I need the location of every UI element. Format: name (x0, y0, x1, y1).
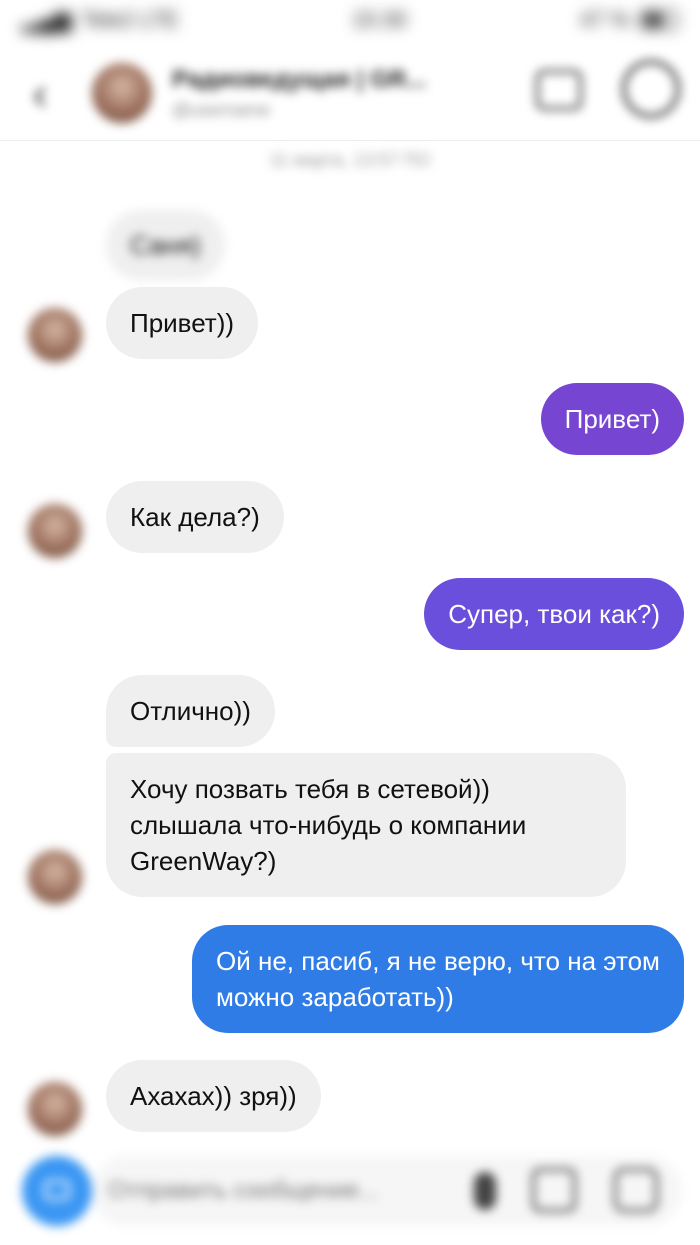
contact-name: Радиоведущая | GR... (172, 65, 427, 93)
status-left: ▂▄▆ Tele2 LTE (22, 7, 179, 33)
signal-icon: ▂▄▆ (22, 7, 72, 32)
message-composer (0, 1148, 700, 1245)
message-bubble-incoming: Как дела?) (106, 481, 284, 553)
microphone-icon[interactable] (474, 1172, 496, 1210)
message-bubble-incoming: Отлично)) (106, 675, 275, 747)
sender-avatar[interactable] (28, 850, 82, 904)
sender-avatar[interactable] (28, 308, 82, 362)
contact-avatar[interactable] (92, 63, 152, 123)
message-bubble-outgoing: Ой не, пасиб, я не верю, что на этом мож… (192, 925, 684, 1033)
message-text: Супер, твои как?) (448, 599, 660, 629)
message-text: Привет) (564, 404, 660, 434)
message-text: Хочу позвать тебя в сетевой)) слышала чт… (130, 774, 527, 876)
status-right: 47 % (580, 7, 678, 33)
message-text: Привет)) (130, 308, 235, 338)
conversation-timestamp: 11 марта, 13:57 ПО (269, 150, 431, 170)
message-bubble-incoming: Саня) (106, 210, 225, 280)
clock: 15:30 (351, 7, 407, 32)
message-text: Отлично)) (130, 696, 251, 726)
sender-avatar[interactable] (28, 1082, 82, 1136)
status-bar: ▂▄▆ Tele2 LTE 15:30 47 % (0, 0, 700, 40)
back-chevron-icon[interactable]: ‹ (20, 63, 60, 123)
message-bubble-incoming: Ахахах)) зря)) (106, 1060, 321, 1132)
chat-screen: ▂▄▆ Tele2 LTE 15:30 47 % ‹ Радиоведущая … (0, 0, 700, 1245)
info-icon[interactable] (622, 60, 680, 118)
message-text: Как дела?) (130, 502, 260, 532)
header-divider (0, 140, 700, 141)
battery-icon (639, 10, 678, 30)
message-text: Ой не, пасиб, я не верю, что на этом мож… (216, 946, 660, 1012)
message-bubble-incoming: Привет)) (106, 287, 259, 359)
carrier-label: Tele2 LTE (81, 7, 179, 32)
camera-icon[interactable] (22, 1156, 92, 1226)
message-bubble-outgoing: Привет) (540, 383, 684, 455)
message-bubble-incoming: Хочу позвать тебя в сетевой)) слышала чт… (106, 753, 626, 897)
message-input[interactable] (92, 1156, 682, 1226)
contact-titles[interactable]: Радиоведущая | GR... @username (172, 66, 502, 121)
message-text: Ахахах)) зря)) (130, 1081, 297, 1111)
sticker-icon[interactable] (614, 1168, 658, 1212)
video-call-icon[interactable] (536, 70, 582, 110)
message-text: Саня) (130, 230, 201, 260)
message-bubble-outgoing: Супер, твои как?) (424, 578, 684, 650)
gallery-icon[interactable] (532, 1168, 576, 1212)
battery-percent: 47 % (579, 7, 630, 32)
contact-username: @username (172, 99, 271, 120)
sender-avatar[interactable] (28, 504, 82, 558)
chat-header: ‹ Радиоведущая | GR... @username (0, 48, 700, 138)
